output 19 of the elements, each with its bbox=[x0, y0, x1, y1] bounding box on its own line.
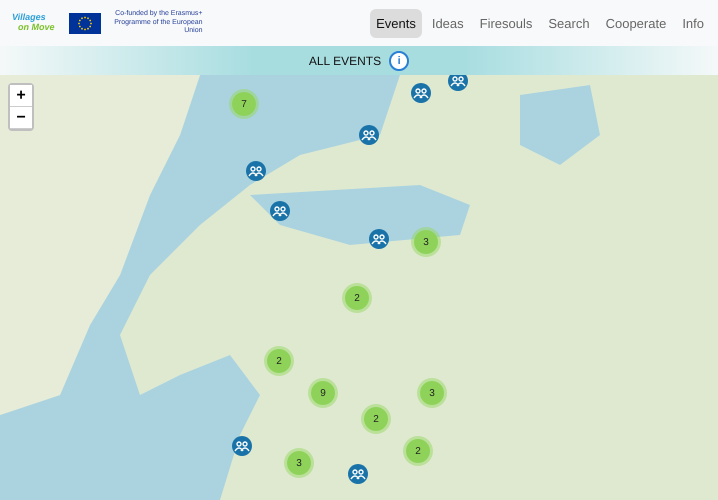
people-marker-icon[interactable] bbox=[270, 201, 290, 221]
nav-tab[interactable]: Events bbox=[370, 8, 422, 38]
info-button[interactable]: i bbox=[389, 50, 410, 70]
people-marker-icon[interactable] bbox=[448, 75, 468, 91]
people-marker-icon[interactable] bbox=[232, 436, 252, 456]
nav-tab[interactable]: Firesouls bbox=[474, 8, 538, 38]
nav-tab[interactable]: Cooperate bbox=[600, 8, 672, 38]
people-marker-icon[interactable] bbox=[359, 125, 379, 145]
banner-title: ALL EVENTS bbox=[308, 54, 382, 68]
eu-flag-icon bbox=[68, 12, 101, 34]
nav-tab[interactable]: Search bbox=[542, 8, 596, 38]
people-marker-icon[interactable] bbox=[348, 464, 368, 484]
nav-tab[interactable]: Info bbox=[676, 8, 710, 38]
logo: Villages on Move bbox=[12, 13, 55, 33]
people-marker-icon[interactable] bbox=[411, 83, 431, 103]
zoom-in-button[interactable]: + bbox=[10, 85, 32, 107]
nav-tab[interactable]: Ideas bbox=[426, 8, 470, 38]
people-marker-icon[interactable] bbox=[246, 161, 266, 181]
people-marker-icon[interactable] bbox=[369, 229, 389, 249]
